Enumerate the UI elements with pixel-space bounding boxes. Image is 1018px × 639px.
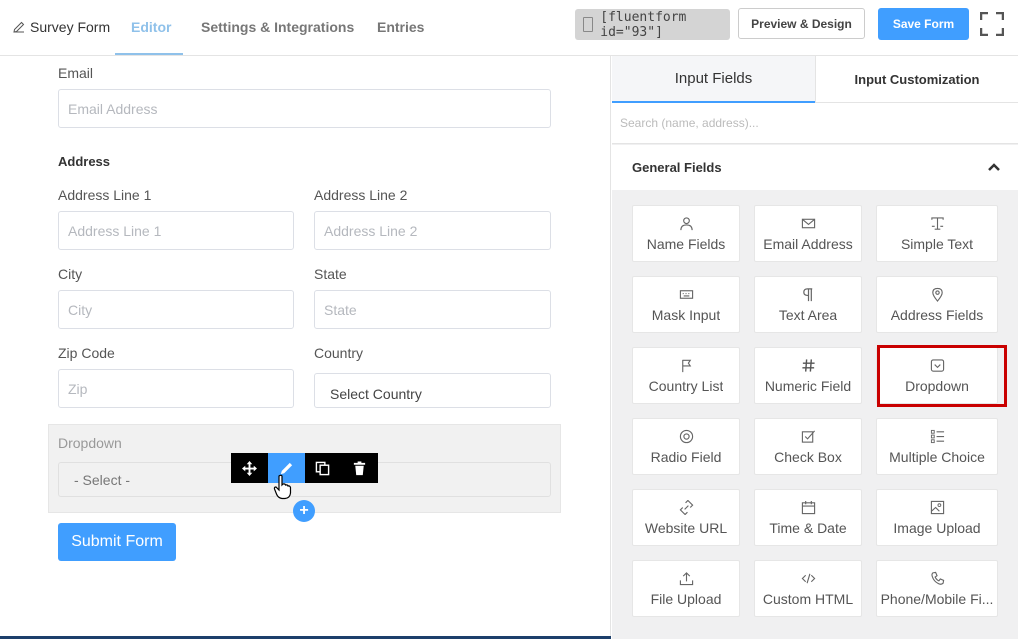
chevron-up-icon	[988, 163, 1000, 171]
field-image-upload[interactable]: Image Upload	[876, 489, 998, 546]
address-line2-label: Address Line 2	[314, 187, 408, 203]
email-field[interactable]: Email Address	[58, 89, 551, 128]
field-country-list[interactable]: Country List	[632, 347, 740, 404]
general-fields-title: General Fields	[632, 160, 722, 175]
move-icon	[241, 460, 257, 476]
field-website-url[interactable]: Website URL	[632, 489, 740, 546]
field-action-toolbar	[231, 453, 378, 483]
delete-button[interactable]	[341, 453, 378, 483]
dropdown-selection-highlight	[877, 345, 1007, 407]
field-phone-mobile[interactable]: Phone/Mobile Fi...	[876, 560, 998, 617]
calendar-icon	[801, 500, 815, 514]
address-line1-field[interactable]: Address Line 1	[58, 211, 294, 250]
field-multiple-choice[interactable]: Multiple Choice	[876, 418, 998, 475]
tab-input-customization[interactable]: Input Customization	[815, 56, 1018, 103]
list-icon	[930, 429, 944, 443]
field-file-upload[interactable]: File Upload	[632, 560, 740, 617]
zip-field[interactable]: Zip	[58, 369, 294, 408]
state-label: State	[314, 266, 347, 282]
submit-form-button[interactable]: Submit Form	[58, 523, 176, 561]
text-cursor-icon	[930, 216, 944, 230]
shortcode-text: [fluentform id="93"]	[600, 9, 687, 40]
field-radio-field[interactable]: Radio Field	[632, 418, 740, 475]
code-icon	[801, 573, 815, 583]
save-form-button[interactable]: Save Form	[878, 8, 969, 40]
duplicate-button[interactable]	[305, 453, 342, 483]
phone-icon	[930, 571, 944, 585]
move-button[interactable]	[231, 453, 268, 483]
field-custom-html[interactable]: Custom HTML	[754, 560, 862, 617]
trash-icon	[354, 460, 366, 475]
checkbox-icon	[801, 430, 815, 443]
image-icon	[930, 500, 944, 514]
zip-label: Zip Code	[58, 345, 115, 361]
email-label: Email	[58, 65, 94, 81]
city-field[interactable]: City	[58, 290, 294, 329]
map-pin-icon	[931, 287, 943, 302]
country-select[interactable]: Select Country	[314, 373, 551, 408]
field-numeric-field[interactable]: Numeric Field	[754, 347, 862, 404]
country-label: Country	[314, 345, 364, 361]
field-check-box[interactable]: Check Box	[754, 418, 862, 475]
general-fields-header[interactable]: General Fields	[612, 145, 1018, 190]
field-text-area[interactable]: Text Area	[754, 276, 862, 333]
active-tab-indicator	[115, 53, 183, 55]
dropdown-label: Dropdown	[58, 435, 122, 451]
city-label: City	[58, 266, 83, 282]
field-email-address[interactable]: Email Address	[754, 205, 862, 262]
hand-cursor-icon	[273, 474, 292, 500]
envelope-icon	[801, 218, 815, 228]
form-title-label: Survey Form	[30, 19, 111, 35]
copy-icon	[316, 461, 330, 475]
address-section-title: Address	[58, 154, 111, 169]
state-field[interactable]: State	[314, 290, 551, 329]
fullscreen-icon[interactable]	[980, 12, 1004, 36]
form-title[interactable]: Survey Form	[13, 19, 110, 35]
flag-icon	[681, 359, 691, 372]
upload-icon	[679, 571, 693, 585]
tab-editor[interactable]: Editor	[131, 19, 171, 35]
shortcode-box[interactable]: [fluentform id="93"]	[575, 9, 730, 40]
link-icon	[679, 499, 693, 515]
field-time-date[interactable]: Time & Date	[754, 489, 862, 546]
field-address-fields[interactable]: Address Fields	[876, 276, 998, 333]
top-bar: Survey Form Editor Settings & Integratio…	[0, 0, 1018, 56]
tab-settings-integrations[interactable]: Settings & Integrations	[201, 19, 354, 35]
address-line2-field[interactable]: Address Line 2	[314, 211, 551, 250]
preview-design-button[interactable]: Preview & Design	[738, 8, 865, 39]
fields-search-input[interactable]: Search (name, address)...	[612, 103, 1018, 144]
field-simple-text[interactable]: Simple Text	[876, 205, 998, 262]
field-name-fields[interactable]: Name Fields	[632, 205, 740, 262]
copy-icon	[583, 17, 594, 32]
tab-entries[interactable]: Entries	[377, 19, 424, 35]
address-line1-label: Address Line 1	[58, 187, 152, 203]
paragraph-icon	[802, 287, 812, 301]
hash-icon	[801, 358, 815, 372]
tab-input-fields[interactable]: Input Fields	[612, 56, 815, 103]
field-mask-input[interactable]: Mask Input	[632, 276, 740, 333]
user-icon	[679, 216, 693, 230]
add-field-button[interactable]: +	[293, 500, 315, 522]
radio-icon	[679, 429, 693, 443]
form-editor-canvas: Email Email Address Address Address Line…	[0, 56, 611, 639]
pencil-icon	[13, 21, 25, 33]
keyboard-icon	[679, 289, 693, 299]
